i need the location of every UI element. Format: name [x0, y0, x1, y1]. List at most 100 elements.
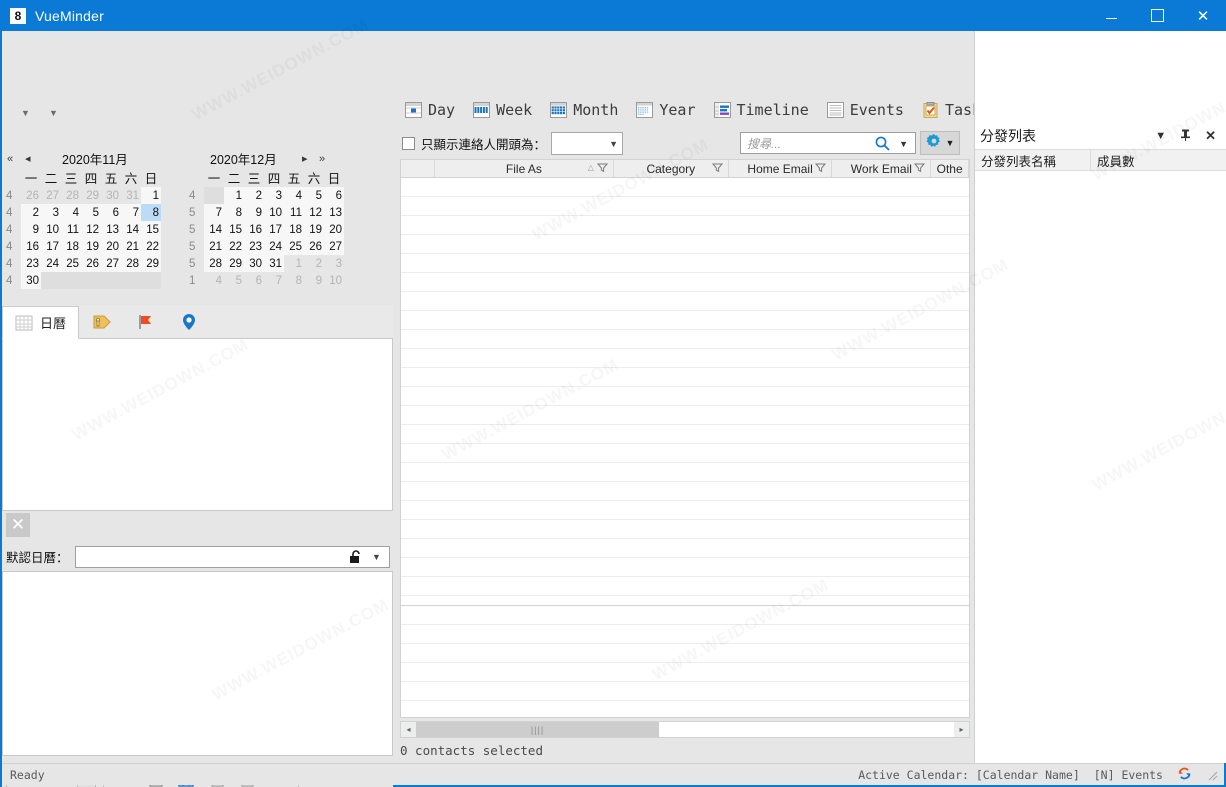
close-button[interactable]: ✕	[1180, 0, 1226, 31]
calendar-day-cell[interactable]: 21	[121, 238, 141, 255]
default-calendar-combo[interactable]: ▼	[74, 545, 390, 568]
calendar-list[interactable]	[2, 339, 393, 511]
column-filter-icon[interactable]	[596, 162, 608, 176]
search-box[interactable]: 搜尋... ▼	[740, 132, 916, 154]
calendar-day-cell[interactable]	[81, 272, 101, 289]
filter-letter-arrow[interactable]: ▼	[609, 139, 618, 149]
calendar-day-cell[interactable]: 25	[61, 255, 81, 272]
calendar-detail-list[interactable]	[2, 571, 393, 756]
column-filter-icon[interactable]	[914, 162, 926, 176]
table-row[interactable]	[401, 368, 969, 387]
calendar-day-cell[interactable]	[141, 272, 161, 289]
search-dropdown-arrow[interactable]: ▼	[899, 139, 908, 149]
calendar-day-cell[interactable]: 14	[121, 221, 141, 238]
table-row[interactable]	[401, 539, 969, 558]
calendar-day-cell[interactable]: 27	[324, 238, 344, 255]
calendar-day-cell[interactable]: 31	[264, 255, 284, 272]
grid-column-file-as[interactable]: File As △	[435, 160, 614, 177]
calendar-day-cell[interactable]: 18	[284, 221, 304, 238]
calendar-day-cell[interactable]: 20	[101, 238, 121, 255]
table-row[interactable]	[401, 273, 969, 292]
calendar-day-cell[interactable]: 2	[244, 187, 264, 204]
calendar-day-cell[interactable]	[41, 272, 61, 289]
calendar-day-cell[interactable]: 28	[204, 255, 224, 272]
calendar-day-cell[interactable]: 30	[244, 255, 264, 272]
calendar-day-cell[interactable]: 18	[61, 238, 81, 255]
table-row[interactable]	[401, 501, 969, 520]
scroll-thumb[interactable]: ||||	[416, 722, 659, 737]
calendar-day-cell[interactable]: 28	[121, 255, 141, 272]
calendar-day-cell[interactable]: 11	[284, 204, 304, 221]
calendar-dropdown-arrow-2[interactable]: ▼	[48, 107, 59, 118]
maximize-button[interactable]	[1134, 0, 1180, 31]
filter-letter-combo[interactable]: ▼	[551, 131, 624, 155]
table-row[interactable]	[401, 520, 969, 539]
calendar-day-cell[interactable]: 21	[204, 238, 224, 255]
magnifier-icon[interactable]	[874, 135, 891, 152]
calendar-day-cell[interactable]: 30	[21, 272, 41, 289]
left-tab-calendars[interactable]: 日曆	[2, 306, 80, 339]
calendar-day-cell[interactable]: 7	[204, 204, 224, 221]
left-tab-tags[interactable]	[79, 305, 123, 338]
calendar-day-cell[interactable]: 1	[224, 187, 244, 204]
column-filter-icon[interactable]	[815, 162, 827, 176]
calendar-day-cell[interactable]: 22	[224, 238, 244, 255]
table-row[interactable]	[401, 311, 969, 330]
calendar-day-cell[interactable]: 3	[324, 255, 344, 272]
calendar-first-button[interactable]: «	[7, 153, 13, 165]
calendar-day-cell[interactable]: 15	[141, 221, 161, 238]
tab-year[interactable]: Year	[627, 95, 704, 125]
calendar-day-cell[interactable]: 8	[224, 204, 244, 221]
tab-month[interactable]: Month	[541, 95, 627, 125]
calendar-next-button[interactable]: ▸	[302, 152, 308, 165]
calendar-day-cell[interactable]: 16	[244, 221, 264, 238]
calendar-day-cell[interactable]: 26	[21, 187, 41, 204]
calendar-day-cell[interactable]: 10	[324, 272, 344, 289]
calendar-day-cell[interactable]: 25	[284, 238, 304, 255]
calendar-day-cell[interactable]	[101, 272, 121, 289]
calendar-day-cell[interactable]: 27	[41, 187, 61, 204]
table-row[interactable]	[401, 425, 969, 444]
calendar-day-cell[interactable]: 29	[224, 255, 244, 272]
column-filter-icon[interactable]	[711, 162, 723, 176]
table-row[interactable]	[401, 644, 969, 663]
calendar-day-cell[interactable]: 15	[224, 221, 244, 238]
calendar-day-cell[interactable]: 17	[264, 221, 284, 238]
calendar-day-cell[interactable]: 19	[81, 238, 101, 255]
table-row[interactable]	[401, 596, 969, 605]
calendar-day-cell[interactable]: 27	[101, 255, 121, 272]
calendar-day-cell[interactable]: 4	[204, 272, 224, 289]
calendar-day-cell[interactable]: 5	[304, 187, 324, 204]
calendar-day-cell[interactable]: 7	[121, 204, 141, 221]
left-tab-locations[interactable]	[167, 305, 211, 338]
table-row[interactable]	[401, 235, 969, 254]
calendar-day-cell[interactable]: 3	[41, 204, 61, 221]
calendar-day-cell[interactable]: 6	[101, 204, 121, 221]
grid-column-othe[interactable]: Othe	[931, 160, 969, 177]
calendar-day-cell[interactable]: 26	[81, 255, 101, 272]
tab-events[interactable]: Events	[818, 95, 913, 125]
calendar-day-cell[interactable]	[121, 272, 141, 289]
grid-column-category[interactable]: Category	[614, 160, 729, 177]
grid-column-blank[interactable]	[401, 160, 435, 177]
calendar-day-cell[interactable]: 31	[121, 187, 141, 204]
table-row[interactable]	[401, 701, 969, 717]
calendar-day-cell[interactable]: 2	[304, 255, 324, 272]
calendar-day-cell[interactable]	[204, 187, 224, 204]
calendar-day-cell[interactable]: 9	[304, 272, 324, 289]
table-row[interactable]	[401, 349, 969, 368]
gear-dropdown-arrow[interactable]: ▼	[946, 138, 955, 148]
calendar-day-cell[interactable]: 24	[41, 255, 61, 272]
table-row[interactable]	[401, 330, 969, 349]
table-row[interactable]	[401, 444, 969, 463]
chevron-down-icon[interactable]: ▼	[1155, 130, 1166, 142]
calendar-day-cell[interactable]: 23	[21, 255, 41, 272]
calendar-day-cell[interactable]: 3	[264, 187, 284, 204]
calendar-day-cell[interactable]: 6	[244, 272, 264, 289]
table-row[interactable]	[401, 606, 969, 625]
table-row[interactable]	[401, 682, 969, 701]
table-row[interactable]	[401, 625, 969, 644]
distribution-lists-body[interactable]	[975, 171, 1226, 763]
refresh-icon[interactable]	[1177, 766, 1192, 784]
calendar-day-cell[interactable]: 10	[264, 204, 284, 221]
